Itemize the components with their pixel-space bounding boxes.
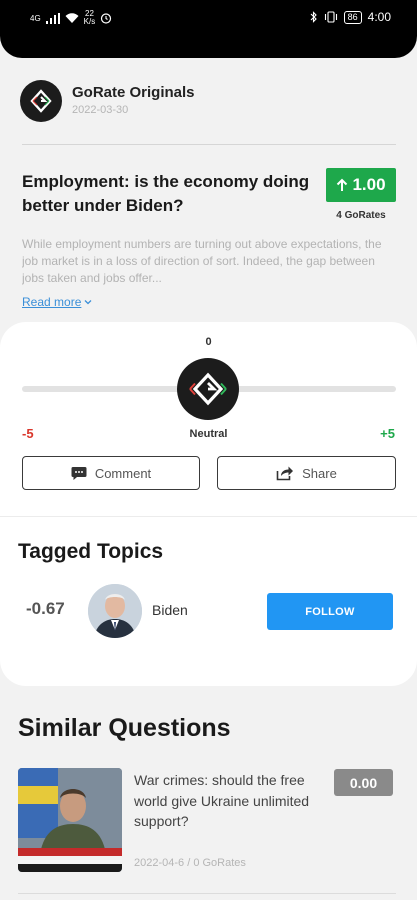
- author-avatar[interactable]: [20, 80, 62, 122]
- arrow-up-icon: [337, 178, 348, 191]
- network-speed: 22 K/s: [84, 10, 96, 26]
- status-left: 4G 22 K/s: [30, 10, 112, 26]
- question-title: Employment: is the economy doing better …: [22, 172, 310, 215]
- read-more-link[interactable]: Read more: [22, 295, 92, 309]
- person-photo-icon: [88, 584, 142, 638]
- card-divider: [0, 516, 417, 517]
- vibrate-icon: [324, 11, 337, 23]
- read-more-label: Read more: [22, 295, 82, 309]
- list-divider: [18, 893, 396, 894]
- network-label: 4G: [30, 13, 41, 23]
- topic-name[interactable]: Biden: [152, 602, 188, 618]
- status-bar: 4G 22 K/s 86 4:00: [0, 0, 417, 58]
- similar-question-meta: 2022-04-6 / 0 GoRates: [134, 857, 246, 869]
- comment-label: Comment: [94, 465, 152, 481]
- gorate-logo-icon: [30, 89, 52, 113]
- author-name[interactable]: GoRate Originals: [72, 84, 195, 101]
- clock: 4:00: [367, 10, 391, 24]
- rating-max-label: +5: [380, 426, 395, 441]
- status-right: 86 4:00: [310, 10, 391, 24]
- news-photo-icon: [18, 768, 122, 872]
- bluetooth-icon: [310, 11, 317, 23]
- rating-slider-thumb[interactable]: [177, 358, 239, 420]
- gorates-count: 4 GoRates: [336, 210, 386, 221]
- rating-card: 0 -5 Neutral +5 Comment Share Tagged Top…: [0, 322, 417, 686]
- speed-unit: K/s: [83, 17, 96, 26]
- similar-questions-heading: Similar Questions: [18, 714, 231, 742]
- topic-score: -0.67: [26, 599, 65, 618]
- wifi-icon: [65, 12, 79, 23]
- header-divider: [22, 144, 396, 145]
- follow-button[interactable]: FOLLOW: [267, 593, 393, 630]
- rating-value: 0: [205, 336, 212, 348]
- tagged-topics-heading: Tagged Topics: [18, 540, 164, 563]
- comment-icon: [71, 466, 87, 480]
- rating-neutral-label: Neutral: [189, 428, 228, 440]
- score-value: 1.00: [352, 175, 386, 194]
- share-button[interactable]: Share: [217, 456, 396, 490]
- post-header: GoRate Originals 2022-03-30: [20, 80, 400, 122]
- signal-icon: [45, 12, 60, 24]
- similar-question-score: 0.00: [334, 769, 393, 796]
- question-description: While employment numbers are turning out…: [22, 237, 382, 285]
- alarm-icon: [101, 13, 112, 24]
- battery-indicator: 86: [343, 10, 362, 24]
- post-date: 2022-03-30: [72, 104, 129, 116]
- share-icon: [276, 466, 294, 481]
- share-label: Share: [302, 465, 337, 481]
- gorate-logo-icon: [189, 372, 227, 406]
- comment-button[interactable]: Comment: [22, 456, 200, 490]
- similar-question-title[interactable]: War crimes: should the free world give U…: [134, 770, 314, 832]
- similar-question-thumbnail[interactable]: [18, 768, 122, 872]
- topic-avatar[interactable]: [88, 584, 142, 638]
- score-badge: 1.00: [326, 168, 396, 202]
- chevron-down-icon: [84, 300, 92, 305]
